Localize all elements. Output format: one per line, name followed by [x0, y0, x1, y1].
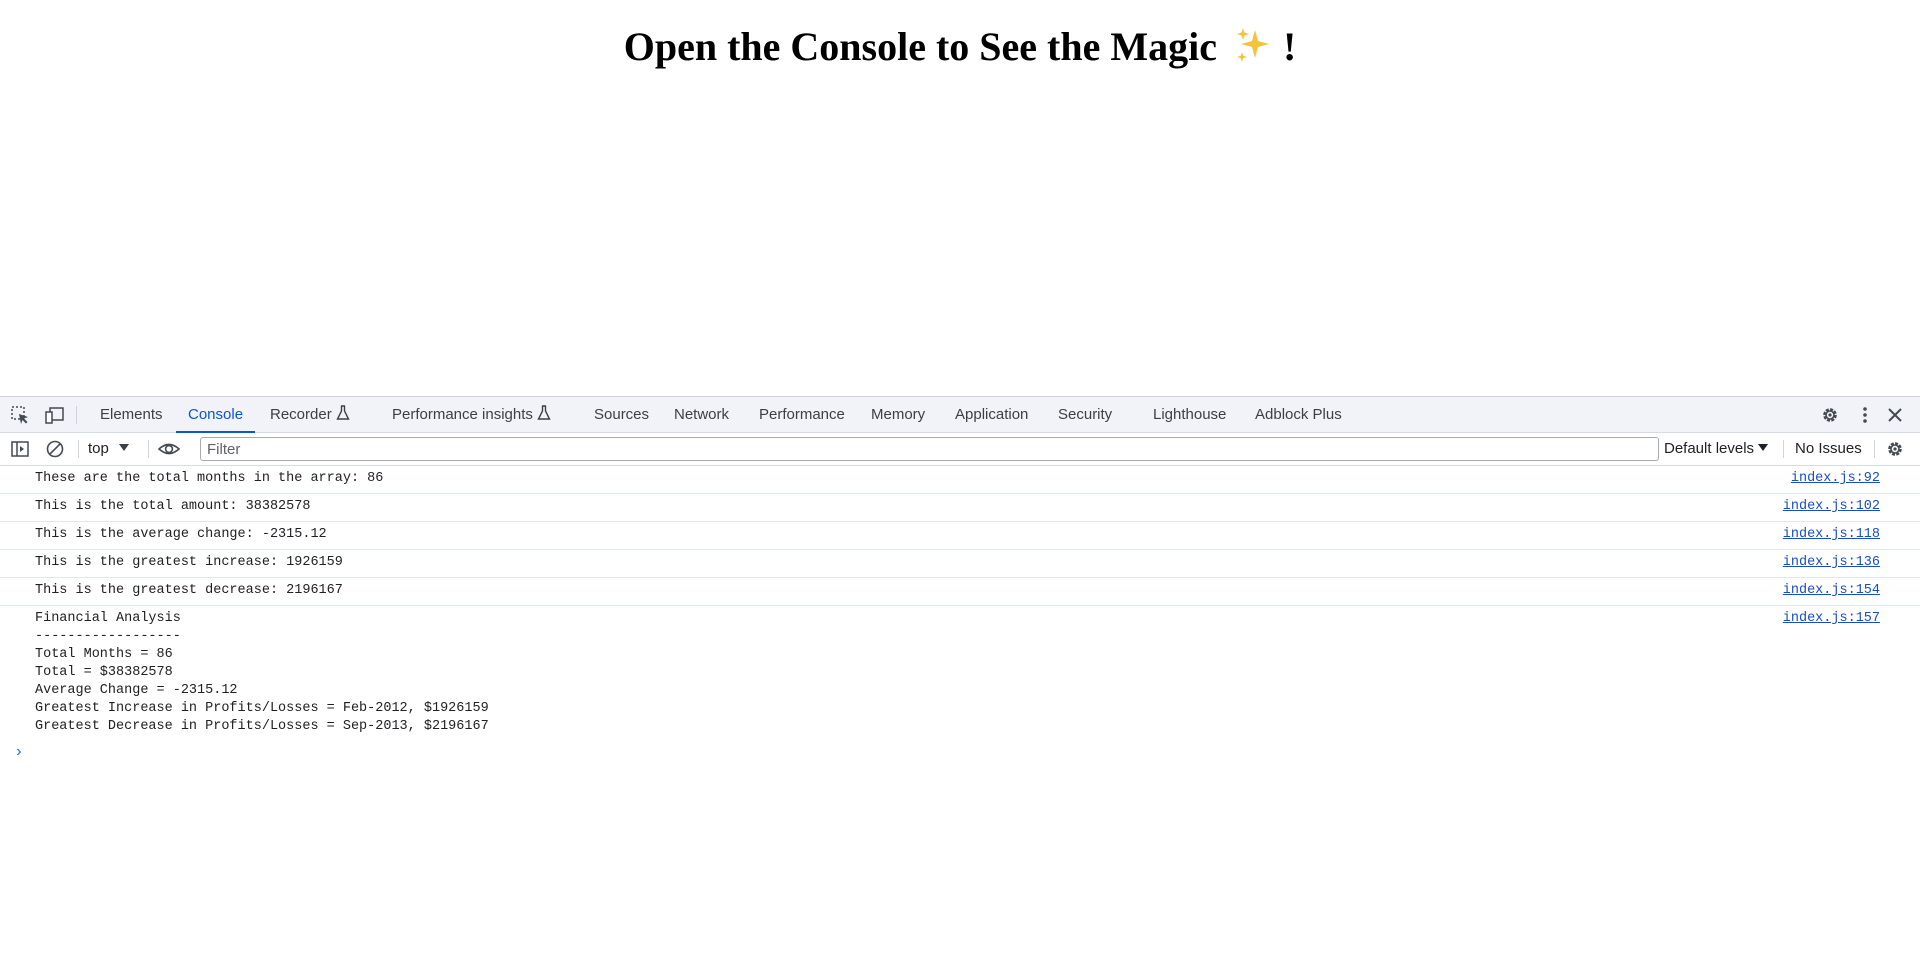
live-expression-eye-icon[interactable] [157, 439, 181, 459]
experiment-flask-icon [537, 405, 551, 420]
console-message-text: Financial Analysis ------------------ To… [35, 611, 489, 734]
show-sidebar-icon[interactable] [10, 439, 30, 459]
console-message: This is the greatest increase: 1926159 i… [0, 550, 1920, 578]
more-options-icon[interactable] [1855, 405, 1875, 425]
tab-sources[interactable]: Sources [582, 397, 661, 432]
console-message-text: This is the average change: -2315.12 [35, 527, 327, 542]
console-output: These are the total months in the array:… [0, 466, 1920, 764]
chevron-down-icon [1758, 444, 1769, 451]
console-settings-gear-icon[interactable] [1885, 439, 1905, 459]
tab-performance[interactable]: Performance [747, 397, 857, 432]
console-message: This is the total amount: 38382578 index… [0, 494, 1920, 522]
console-message: This is the greatest decrease: 2196167 i… [0, 578, 1920, 606]
tabbar-divider [76, 406, 77, 424]
console-message-text: This is the greatest decrease: 2196167 [35, 583, 343, 598]
clear-console-icon[interactable] [45, 439, 65, 459]
tab-console[interactable]: Console [176, 397, 256, 433]
toolbar-divider [78, 440, 79, 458]
console-message: Financial Analysis ------------------ To… [0, 606, 1920, 740]
tab-security[interactable]: Security [1046, 397, 1124, 432]
inspect-element-icon[interactable] [10, 405, 30, 425]
web-page: Open the Console to See the Magic ! [0, 0, 1920, 396]
devtools-tabbar: Elements Console Recorder Performance in… [0, 397, 1920, 433]
source-link[interactable]: index.js:102 [1783, 498, 1880, 516]
tab-performance-insights-label: Performance insights [392, 406, 533, 423]
devtools-panel: Elements Console Recorder Performance in… [0, 396, 1920, 973]
filter-input[interactable] [200, 437, 1659, 461]
console-message-text: This is the total amount: 38382578 [35, 499, 311, 514]
settings-gear-icon[interactable] [1820, 405, 1840, 425]
sparkles-icon [1236, 28, 1269, 62]
chevron-down-icon [118, 444, 129, 451]
device-toolbar-icon[interactable] [45, 405, 65, 425]
tab-adblock-plus[interactable]: Adblock Plus [1243, 397, 1354, 432]
log-levels-dropdown[interactable]: Default levels [1664, 433, 1769, 465]
tab-application[interactable]: Application [943, 397, 1040, 432]
close-icon[interactable] [1885, 405, 1905, 425]
source-link[interactable]: index.js:157 [1783, 610, 1880, 628]
toolbar-divider [1874, 440, 1875, 458]
tab-lighthouse[interactable]: Lighthouse [1141, 397, 1238, 432]
tab-recorder-label: Recorder [270, 406, 332, 423]
context-selector[interactable]: top [88, 433, 129, 465]
console-message-text: This is the greatest increase: 1926159 [35, 555, 343, 570]
page-heading-text: Open the Console to See the Magic [623, 24, 1217, 69]
tab-network[interactable]: Network [662, 397, 741, 432]
source-link[interactable]: index.js:118 [1783, 526, 1880, 544]
source-link[interactable]: index.js:154 [1783, 582, 1880, 600]
console-message: This is the average change: -2315.12 ind… [0, 522, 1920, 550]
console-prompt[interactable]: › [0, 740, 1920, 764]
toolbar-divider [148, 440, 149, 458]
experiment-flask-icon [336, 405, 350, 420]
tab-performance-insights[interactable]: Performance insights [380, 397, 563, 432]
console-message: These are the total months in the array:… [0, 466, 1920, 494]
page-title: Open the Console to See the Magic ! [0, 22, 1920, 72]
console-message-text: These are the total months in the array:… [35, 471, 384, 486]
log-levels-label: Default levels [1664, 440, 1755, 457]
tab-memory[interactable]: Memory [859, 397, 937, 432]
toolbar-divider [1783, 440, 1784, 458]
page-heading-suffix: ! [1282, 24, 1297, 69]
prompt-chevron-icon: › [14, 743, 24, 761]
source-link[interactable]: index.js:92 [1791, 470, 1880, 488]
issues-counter[interactable]: No Issues [1795, 433, 1862, 465]
context-selector-value: top [88, 440, 109, 457]
console-toolbar: top Default levels No Issues [0, 433, 1920, 466]
source-link[interactable]: index.js:136 [1783, 554, 1880, 572]
tab-elements[interactable]: Elements [88, 397, 175, 432]
tab-recorder[interactable]: Recorder [258, 397, 362, 432]
